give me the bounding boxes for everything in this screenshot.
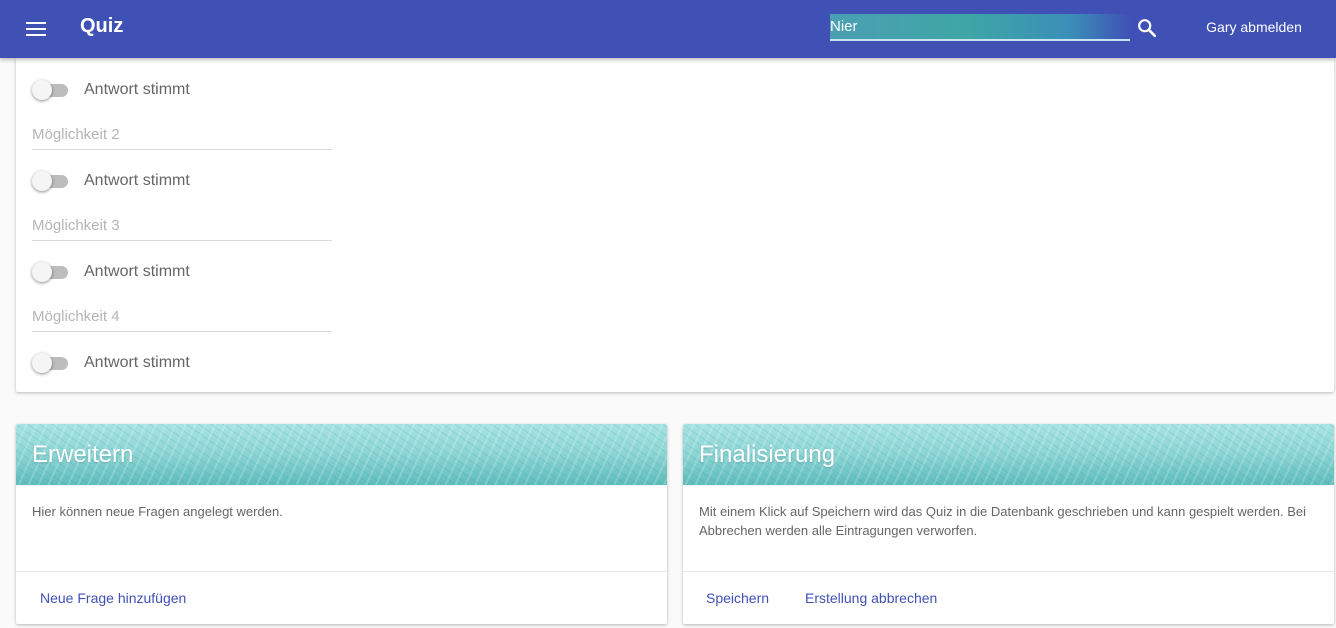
toggle-switch[interactable] bbox=[32, 262, 68, 282]
option-field-3 bbox=[32, 211, 332, 241]
correct-toggle-2[interactable]: Antwort stimmt bbox=[32, 169, 190, 193]
search-input[interactable] bbox=[830, 14, 1130, 41]
card-description: Mit einem Klick auf Speichern wird das Q… bbox=[699, 504, 1307, 538]
option-input-3[interactable] bbox=[32, 211, 332, 241]
app-title: Quiz bbox=[80, 15, 124, 37]
question-card: Antwort stimmt Antwort stimmt Antwort st… bbox=[16, 58, 1334, 392]
correct-toggle-4[interactable]: Antwort stimmt bbox=[32, 351, 190, 375]
toggle-switch[interactable] bbox=[32, 353, 68, 373]
save-button[interactable]: Speichern bbox=[706, 590, 769, 606]
menu-icon[interactable] bbox=[24, 17, 48, 41]
correct-toggle-1[interactable]: Antwort stimmt bbox=[32, 78, 190, 102]
card-title: Finalisierung bbox=[699, 441, 836, 468]
correct-toggle-3[interactable]: Antwort stimmt bbox=[32, 260, 190, 284]
add-question-button[interactable]: Neue Frage hinzufügen bbox=[40, 590, 186, 606]
logout-button[interactable]: Gary abmelden bbox=[1190, 19, 1318, 35]
option-input-2[interactable] bbox=[32, 120, 332, 150]
toggle-label: Antwort stimmt bbox=[84, 263, 190, 280]
search-icon[interactable] bbox=[1136, 17, 1158, 39]
option-input-4[interactable] bbox=[32, 302, 332, 332]
finalize-card: Finalisierung Mit einem Klick auf Speich… bbox=[683, 424, 1334, 624]
toggle-label: Antwort stimmt bbox=[84, 172, 190, 189]
toggle-switch[interactable] bbox=[32, 80, 68, 100]
card-actions: Neue Frage hinzufügen bbox=[16, 571, 667, 624]
extend-card: Erweitern Hier können neue Fragen angele… bbox=[16, 424, 667, 624]
cancel-button[interactable]: Erstellung abbrechen bbox=[805, 590, 937, 606]
option-field-4 bbox=[32, 302, 332, 332]
card-actions: Speichern Erstellung abbrechen bbox=[683, 571, 1334, 624]
card-description: Hier können neue Fragen angelegt werden. bbox=[32, 504, 283, 519]
toggle-label: Antwort stimmt bbox=[84, 81, 190, 98]
option-field-2 bbox=[32, 120, 332, 150]
toggle-switch[interactable] bbox=[32, 171, 68, 191]
app-bar: Quiz Gary abmelden bbox=[0, 0, 1336, 58]
card-header-image: Erweitern bbox=[16, 424, 667, 485]
card-title: Erweitern bbox=[32, 441, 134, 468]
toggle-label: Antwort stimmt bbox=[84, 354, 190, 371]
card-header-image: Finalisierung bbox=[683, 424, 1334, 485]
